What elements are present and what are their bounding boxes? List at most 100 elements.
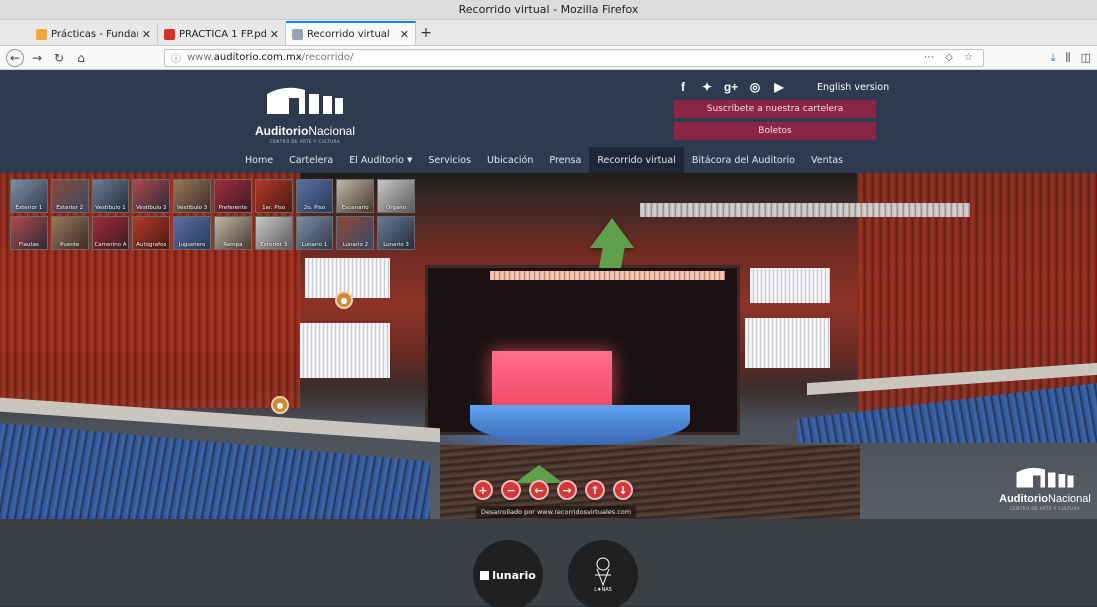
nav-ventas[interactable]: Ventas bbox=[803, 147, 851, 173]
credits-text[interactable]: Desarrollado por www.recorridosvirtuales… bbox=[476, 506, 636, 518]
navigate-forward-arrow-icon[interactable] bbox=[599, 246, 625, 268]
pan-down-button[interactable]: ↓ bbox=[613, 480, 633, 500]
pan-right-button[interactable]: → bbox=[557, 480, 577, 500]
scene-thumbnail[interactable]: Lunario 2 bbox=[336, 216, 375, 250]
auditorio-logo-icon bbox=[267, 87, 343, 114]
tab-practicas[interactable]: Prácticas - Fundamentos ✕ bbox=[30, 23, 158, 45]
page-actions-icon[interactable]: ⋯ ◇ ☆ bbox=[924, 52, 977, 63]
scene-thumbnail[interactable]: Preferente bbox=[213, 179, 252, 213]
info-icon[interactable]: ⓘ bbox=[171, 50, 181, 65]
scene-thumbnail-label: 2o. Piso bbox=[303, 205, 326, 211]
scene-thumbnail-label: Puente bbox=[60, 242, 80, 248]
tab-label: PRÁCTICA 1 FP.pdf - Goo bbox=[179, 28, 266, 40]
scene-thumbnail[interactable]: Exterior 1 bbox=[10, 179, 48, 213]
english-version-link[interactable]: English version bbox=[817, 82, 889, 93]
tab-bar: Prácticas - Fundamentos ✕ PRÁCTICA 1 FP.… bbox=[0, 20, 1097, 46]
navigate-forward-arrow-icon[interactable] bbox=[590, 218, 634, 248]
subscribe-button[interactable]: Suscríbete a nuestra cartelera bbox=[674, 100, 876, 118]
hotspot-icon[interactable]: ● bbox=[335, 291, 353, 309]
forward-icon[interactable]: → bbox=[28, 49, 46, 67]
instagram-icon[interactable]: ◎ bbox=[747, 80, 763, 94]
lunario-link[interactable]: lunario bbox=[473, 540, 543, 607]
scene-thumbnail[interactable]: Camerino A bbox=[91, 216, 130, 250]
footer-area: lunario L♦NAS bbox=[0, 519, 1097, 607]
pan-up-button[interactable]: ↑ bbox=[585, 480, 605, 500]
scene-thumbnail-label: Autógrafos bbox=[136, 242, 167, 248]
scene-thumbnail[interactable]: Puente bbox=[50, 216, 89, 250]
scene-thumbnail[interactable]: Lunario 1 bbox=[295, 216, 334, 250]
auditorio-logo-icon bbox=[1016, 467, 1074, 488]
scene-thumbnail-label: Exterior 1 bbox=[15, 205, 43, 211]
nav-el-auditorio[interactable]: El Auditorio ▼ bbox=[341, 147, 420, 173]
nav-cartelera[interactable]: Cartelera bbox=[281, 147, 341, 173]
reload-icon[interactable]: ↻ bbox=[50, 49, 68, 67]
scene-thumbnail[interactable]: Vestíbulo 1 bbox=[91, 179, 130, 213]
scene-thumbnail[interactable]: Exterior 2 bbox=[50, 179, 89, 213]
scene-thumbnail-label: Rampa bbox=[223, 242, 243, 248]
scene-thumbnail[interactable]: Rampa bbox=[213, 216, 252, 250]
url-domain: auditorio.com.mx bbox=[213, 52, 302, 63]
boletos-button[interactable]: Boletos bbox=[674, 122, 876, 140]
url-bar[interactable]: ⓘ www. auditorio.com.mx/recorrido/ ⋯ ◇ ☆ bbox=[164, 48, 984, 67]
scene-thumbnail[interactable]: Flautas bbox=[10, 216, 48, 250]
scene-thumbnail[interactable]: Vestíbulo 2 bbox=[132, 179, 171, 213]
scene-thumbnail[interactable]: Juguetero bbox=[173, 216, 211, 250]
tab-practica-pdf[interactable]: PRÁCTICA 1 FP.pdf - Goo ✕ bbox=[158, 23, 286, 45]
scene-thumbnail-label: 1er. Piso bbox=[262, 205, 286, 211]
nav-ubicacion[interactable]: Ubicación bbox=[479, 147, 541, 173]
logo-text-bold: Auditorio bbox=[254, 124, 309, 138]
scene-thumbnail-label: Órgano bbox=[385, 205, 407, 211]
home-icon[interactable]: ⌂ bbox=[72, 49, 90, 67]
twitter-icon[interactable]: ✦ bbox=[699, 80, 715, 94]
scene-thumbnail[interactable]: 2o. Piso bbox=[295, 179, 334, 213]
google-plus-icon[interactable]: g+ bbox=[723, 80, 739, 94]
window-title: Recorrido virtual - Mozilla Firefox bbox=[458, 3, 639, 16]
tab-recorrido-virtual[interactable]: Recorrido virtual ✕ bbox=[286, 21, 416, 45]
scene-thumbnail-label: Lunario 3 bbox=[383, 242, 409, 248]
lunas-statue-icon bbox=[595, 557, 611, 587]
scene-thumbnail-label: Vestíbulo 1 bbox=[95, 205, 126, 211]
hotspot-icon[interactable]: ● bbox=[271, 396, 289, 414]
youtube-icon[interactable]: ▶ bbox=[771, 80, 787, 94]
scene-thumbnail[interactable]: Exterior 3 bbox=[254, 216, 293, 250]
site-favicon-icon bbox=[292, 28, 303, 40]
panorama-stage-screen bbox=[492, 351, 612, 406]
nav-servicios[interactable]: Servicios bbox=[420, 147, 479, 173]
panorama-organ-pipes bbox=[745, 318, 830, 368]
corner-logo-bold: Auditorio bbox=[999, 493, 1049, 505]
download-icon[interactable]: ⤓ bbox=[1051, 51, 1056, 65]
scene-thumbnail[interactable]: Lunario 3 bbox=[377, 216, 415, 250]
new-tab-icon[interactable]: + bbox=[416, 25, 436, 41]
nav-recorrido-virtual[interactable]: Recorrido virtual bbox=[589, 147, 684, 173]
scene-thumbnail[interactable]: Vestíbulo 3 bbox=[173, 179, 211, 213]
scene-thumbnail[interactable]: Autógrafos bbox=[132, 216, 171, 250]
close-tab-icon[interactable]: ✕ bbox=[270, 28, 279, 41]
panorama-organ-pipes bbox=[750, 268, 830, 303]
nav-bitacora[interactable]: Bitácora del Auditorio bbox=[684, 147, 803, 173]
library-icon[interactable]: ⫼ bbox=[1066, 51, 1071, 65]
scene-thumbnail[interactable]: Escenario bbox=[336, 179, 375, 213]
lunas-link[interactable]: L♦NAS bbox=[568, 540, 638, 607]
zoom-in-button[interactable]: + bbox=[473, 480, 493, 500]
scene-thumbnail[interactable]: 1er. Piso bbox=[254, 179, 293, 213]
auditorio-logo[interactable]: AuditorioNacional CENTRO DE ARTE Y CULTU… bbox=[250, 84, 360, 144]
back-icon[interactable]: ← bbox=[6, 48, 24, 67]
navigation-toolbar: ← → ↻ ⌂ ⓘ www. auditorio.com.mx/recorrido… bbox=[0, 46, 1097, 70]
caret-down-icon: ▼ bbox=[406, 156, 413, 164]
panorama-seats bbox=[0, 423, 430, 519]
scene-thumbnail-label: Lunario 2 bbox=[342, 242, 369, 248]
scene-thumbnail-label: Exterior 2 bbox=[56, 205, 84, 211]
facebook-icon[interactable]: f bbox=[675, 80, 691, 94]
close-tab-icon[interactable]: ✕ bbox=[400, 28, 409, 41]
close-tab-icon[interactable]: ✕ bbox=[142, 28, 151, 41]
zoom-out-button[interactable]: − bbox=[501, 480, 521, 500]
pan-left-button[interactable]: ← bbox=[529, 480, 549, 500]
sidebar-icon[interactable]: ◫ bbox=[1081, 51, 1091, 65]
scene-thumbnail[interactable]: Órgano bbox=[377, 179, 415, 213]
nav-prensa[interactable]: Prensa bbox=[541, 147, 589, 173]
corner-logo-subtitle: CENTRO DE ARTE Y CULTURA bbox=[1009, 506, 1081, 511]
panorama-viewer[interactable]: ● ● Exterior 1 Exterior 2 Vestíbulo 1 Vestí… bbox=[0, 173, 1097, 519]
nav-home[interactable]: Home bbox=[237, 147, 281, 173]
nav-el-auditorio-label: El Auditorio bbox=[349, 154, 404, 166]
lunario-logo-icon bbox=[480, 570, 490, 580]
